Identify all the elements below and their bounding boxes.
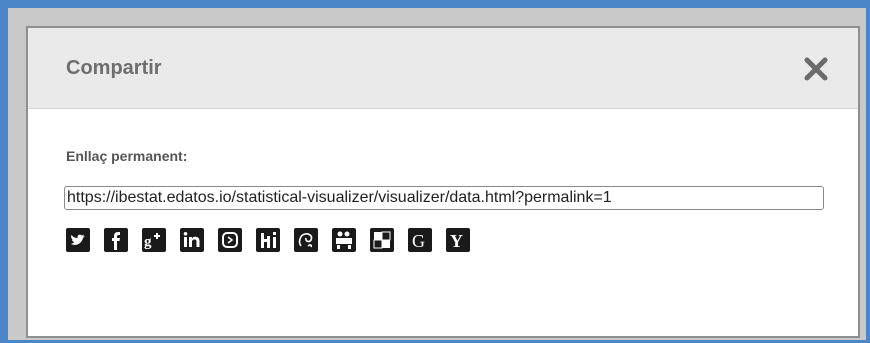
- svg-text:G: G: [412, 231, 425, 251]
- del-icio-us-icon[interactable]: [370, 228, 394, 252]
- share-icons-row: g G Y: [66, 228, 470, 252]
- dialog-header: Compartir: [28, 28, 858, 109]
- dialog-title: Compartir: [66, 57, 162, 79]
- facebook-icon[interactable]: [104, 228, 128, 252]
- permalink-label: Enllaç permanent:: [66, 148, 188, 164]
- svg-text:g: g: [144, 234, 152, 250]
- modal-backdrop: Compartir Enllaç permanent: g: [8, 8, 866, 340]
- myspace-icon[interactable]: [332, 228, 356, 252]
- delicious-icon[interactable]: [294, 228, 318, 252]
- linkedin-icon[interactable]: [180, 228, 204, 252]
- yahoo-icon[interactable]: Y: [446, 228, 470, 252]
- google-plus-icon[interactable]: g: [142, 228, 166, 252]
- close-icon[interactable]: [802, 55, 830, 83]
- share-dialog: Compartir Enllaç permanent: g: [26, 26, 860, 338]
- hi5-icon[interactable]: [256, 228, 280, 252]
- svg-text:Y: Y: [450, 231, 463, 251]
- meneame-icon[interactable]: [218, 228, 242, 252]
- twitter-icon[interactable]: [66, 228, 90, 252]
- google-bookmarks-icon[interactable]: G: [408, 228, 432, 252]
- permalink-input[interactable]: [64, 186, 824, 210]
